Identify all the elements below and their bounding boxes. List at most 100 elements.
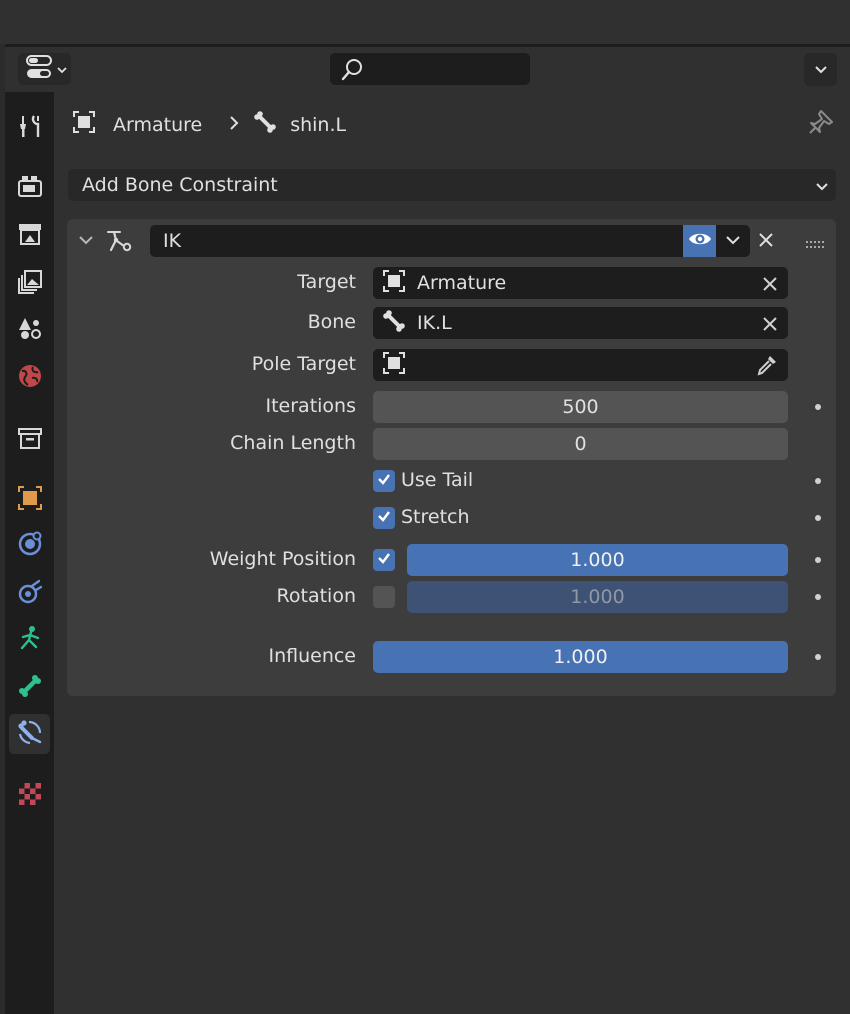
constraint-panel-ik: IK Target Armature Bone IK.L Pole Target… (67, 219, 836, 696)
weight-position-checkbox[interactable] (373, 549, 395, 571)
target-label: Target (297, 271, 356, 293)
weight-position-slider[interactable]: 1.000 (407, 544, 788, 576)
keyframe-dot[interactable] (815, 515, 821, 521)
checkmark-icon (376, 470, 392, 492)
search-icon (339, 57, 365, 88)
constraint-name: IK (163, 230, 182, 252)
properties-tab-bar (5, 92, 54, 1014)
checkmark-icon (376, 549, 392, 571)
chain-length-field[interactable]: 0 (373, 428, 788, 460)
object-icon (16, 484, 44, 517)
iterations-value: 500 (562, 396, 599, 418)
target-field[interactable]: Armature (373, 267, 788, 299)
tab-tool[interactable] (9, 108, 50, 148)
pole-target-label: Pole Target (251, 353, 356, 375)
properties-main: Armature shin.L Add Bone Constraint IK T… (54, 92, 850, 1014)
drag-handle[interactable] (805, 233, 827, 255)
chain-length-label: Chain Length (230, 432, 356, 454)
visibility-toggle[interactable] (683, 225, 716, 257)
bone-icon (252, 109, 278, 140)
weight-position-label: Weight Position (209, 548, 356, 570)
tab-world[interactable] (9, 358, 50, 398)
eyedropper-icon (756, 356, 778, 381)
bone-icon (381, 308, 407, 339)
tab-view-layer[interactable] (9, 264, 50, 304)
tab-texture[interactable] (9, 776, 50, 816)
influence-label: Influence (268, 645, 356, 667)
use-tail-checkbox[interactable] (373, 470, 395, 492)
panel-collapse-chevron-icon[interactable] (77, 231, 95, 253)
view-layer-icon (16, 268, 44, 301)
pin-icon (807, 110, 835, 141)
close-icon (762, 315, 778, 337)
add-bone-constraint-label: Add Bone Constraint (82, 174, 278, 196)
eyedropper-button[interactable] (756, 354, 778, 381)
use-tail-label[interactable]: Use Tail (401, 469, 473, 491)
drag-grip-icon (805, 233, 827, 255)
breadcrumb-bone: shin.L (290, 113, 347, 136)
tab-bone-constraints[interactable] (9, 714, 50, 754)
armature-data-icon (16, 624, 44, 657)
bone-icon (16, 672, 44, 705)
breadcrumb: Armature shin.L (71, 109, 346, 140)
keyframe-dot[interactable] (815, 654, 821, 660)
search-input[interactable] (330, 53, 530, 85)
object-icon (381, 350, 407, 381)
tab-render[interactable] (9, 168, 50, 208)
chevron-down-icon (814, 177, 830, 199)
bone-field[interactable]: IK.L (373, 307, 788, 339)
clear-target-button[interactable] (762, 275, 778, 297)
collection-icon (16, 424, 44, 457)
close-icon (762, 275, 778, 297)
eye-icon (688, 230, 712, 253)
constraint-name-field[interactable]: IK (150, 225, 685, 257)
chevron-down-icon (56, 58, 68, 80)
iterations-label: Iterations (265, 395, 357, 417)
delete-constraint-button[interactable] (757, 231, 775, 254)
physics-icon (16, 578, 44, 611)
tab-object-data[interactable] (9, 620, 50, 660)
add-bone-constraint-dropdown[interactable]: Add Bone Constraint (68, 169, 836, 201)
bone-constraint-icon (16, 718, 44, 751)
bone-value: IK.L (417, 312, 452, 334)
world-icon (16, 362, 44, 395)
tab-object[interactable] (9, 480, 50, 520)
keyframe-dot[interactable] (815, 404, 821, 410)
breadcrumb-separator-icon (228, 114, 240, 136)
object-icon (381, 268, 407, 299)
constraint-menu-button[interactable] (716, 225, 750, 257)
tab-collection[interactable] (9, 420, 50, 460)
keyframe-dot[interactable] (815, 478, 821, 484)
clear-bone-button[interactable] (762, 315, 778, 337)
tab-output[interactable] (9, 216, 50, 256)
stretch-label[interactable]: Stretch (401, 506, 470, 528)
target-value: Armature (417, 272, 507, 294)
tab-physics[interactable] (9, 574, 50, 614)
object-icon (71, 109, 97, 140)
stretch-checkbox[interactable] (373, 507, 395, 529)
influence-value: 1.000 (553, 646, 608, 668)
iterations-field[interactable]: 500 (373, 391, 788, 423)
properties-header (5, 47, 850, 92)
keyframe-dot[interactable] (815, 594, 821, 600)
properties-editor-icon (26, 54, 54, 85)
tab-bone[interactable] (9, 668, 50, 708)
options-dropdown-button[interactable] (804, 53, 837, 86)
tab-modifiers[interactable] (9, 526, 50, 566)
keyframe-dot[interactable] (815, 557, 821, 563)
rotation-checkbox[interactable] (373, 586, 395, 608)
editor-type-button[interactable] (18, 53, 71, 85)
chain-length-value: 0 (574, 433, 587, 455)
render-icon (16, 172, 44, 205)
tab-scene[interactable] (9, 310, 50, 350)
chevron-down-icon (724, 230, 742, 252)
breadcrumb-object: Armature (113, 113, 203, 136)
pole-target-field[interactable] (373, 349, 788, 381)
rotation-label: Rotation (276, 585, 356, 607)
tool-icon (16, 112, 44, 145)
pin-button[interactable] (807, 108, 835, 141)
rotation-slider[interactable]: 1.000 (407, 581, 788, 613)
influence-slider[interactable]: 1.000 (373, 641, 788, 673)
top-area (0, 0, 850, 44)
rotation-value: 1.000 (570, 586, 625, 608)
